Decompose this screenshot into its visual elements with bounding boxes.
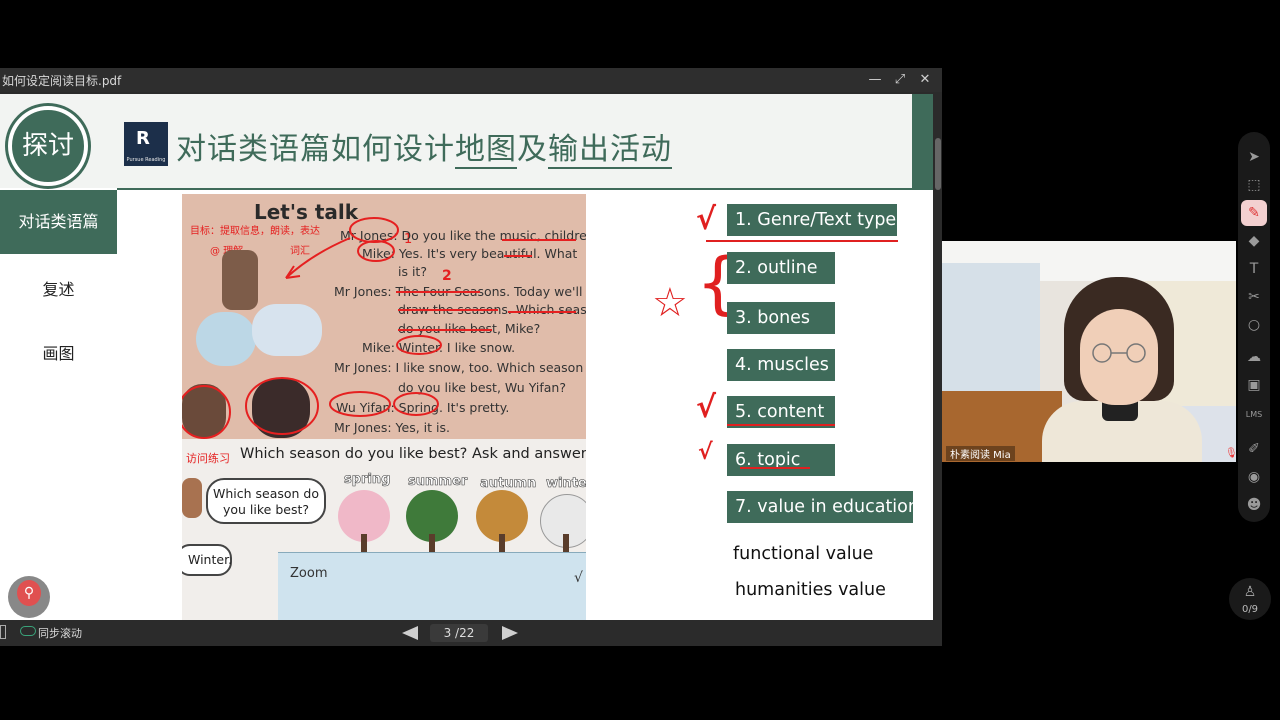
checklist-item-value: 7. value in education bbox=[727, 491, 919, 523]
text-icon[interactable]: T bbox=[1238, 258, 1270, 280]
floating-action-button[interactable]: ⚲ bbox=[8, 576, 50, 618]
scrollbar-thumb[interactable] bbox=[935, 138, 941, 190]
presenter-name-label: 朴素阅读 Mia bbox=[946, 446, 1015, 461]
season-label-winter: winter bbox=[546, 476, 586, 492]
select-icon[interactable]: ⬚ bbox=[1238, 174, 1270, 196]
check-mark-icon: √ bbox=[696, 202, 717, 237]
annotation-toolbar: ➤ ⬚ ✎ ◆ T ✂ ○ ☁ ▣ LMS ✐ ◉ ☻ bbox=[1238, 132, 1270, 522]
title-part: 对话类语篇如何设计 bbox=[176, 132, 455, 167]
mic-icon: 🎙 bbox=[1225, 448, 1236, 459]
child-figure bbox=[182, 478, 202, 518]
window-title: 如何设定阅读目标.pdf bbox=[2, 74, 122, 88]
title-underlined-output: 输出活动 bbox=[548, 132, 672, 169]
chat-icon[interactable]: ◉ bbox=[1238, 466, 1270, 488]
checklist-item-outline: 2. outline bbox=[727, 252, 835, 284]
sync-scroll-toggle[interactable] bbox=[20, 626, 36, 636]
close-icon[interactable]: ✕ bbox=[914, 70, 936, 90]
logo-mark-icon: R bbox=[136, 128, 150, 149]
humanities-value-text: humanities value bbox=[735, 580, 886, 600]
topic-badge: 探讨 bbox=[8, 106, 88, 186]
participant-icon: ♙ bbox=[1243, 584, 1257, 600]
functional-value-text: functional value bbox=[733, 544, 874, 564]
presenter-figure bbox=[1092, 343, 1146, 363]
header-accent-bar bbox=[912, 94, 933, 188]
pdf-viewer-window: 如何设定阅读目标.pdf — ⤢ ✕ 探讨 R Pursue Reading 对… bbox=[0, 68, 942, 646]
pdf-page: 探讨 R Pursue Reading 对话类语篇如何设计地图及输出活动 对话类… bbox=[0, 94, 933, 620]
briefcase-icon[interactable]: ▣ bbox=[1238, 374, 1270, 396]
prev-page-icon[interactable] bbox=[402, 626, 418, 640]
cloud-icon[interactable]: ☁ bbox=[1238, 346, 1270, 368]
nav-item-dialogue[interactable]: 对话类语篇 bbox=[0, 190, 117, 254]
cursor-icon[interactable]: ➤ bbox=[1238, 146, 1270, 168]
underline-annotation bbox=[740, 467, 810, 469]
speech-bubble-answer: Winter. bbox=[182, 544, 232, 576]
checklist-item-muscles: 4. muscles bbox=[727, 349, 835, 381]
vertical-scrollbar[interactable] bbox=[934, 94, 942, 620]
participant-count: 0/9 bbox=[1241, 604, 1259, 615]
pen-icon[interactable]: ✎ bbox=[1238, 202, 1270, 224]
page-indicator[interactable]: 3 /22 bbox=[430, 624, 488, 642]
checklist-item-topic: 6. topic bbox=[727, 444, 835, 476]
edit-icon[interactable]: ✐ bbox=[1238, 438, 1270, 460]
checklist-item-bones: 3. bones bbox=[727, 302, 835, 334]
speech-bubble-question: Which season do you like best? bbox=[206, 478, 326, 524]
ask-answer-instruction: Which season do you like best? Ask and a… bbox=[240, 446, 586, 462]
webcam-video[interactable]: 朴素阅读 Mia 🎙 bbox=[942, 241, 1236, 462]
slide-title: 对话类语篇如何设计地图及输出活动 bbox=[176, 124, 672, 169]
minimize-icon[interactable]: — bbox=[864, 70, 886, 90]
users-icon[interactable]: ☻ bbox=[1238, 494, 1270, 516]
answer-grid bbox=[278, 552, 586, 620]
header-divider bbox=[117, 188, 933, 190]
lms-icon[interactable]: LMS bbox=[1238, 404, 1270, 426]
underline-annotation bbox=[727, 424, 835, 426]
pin-icon: ⚲ bbox=[17, 580, 41, 606]
textbook-photo: Let's talk 目标：提取信息，朗读，表达 @ 理解 词汇 1 2 Mr … bbox=[182, 194, 586, 620]
restore-icon[interactable]: ⤢ bbox=[889, 70, 911, 90]
title-part: 及 bbox=[517, 132, 548, 167]
eraser-icon[interactable]: ◆ bbox=[1238, 230, 1270, 252]
slide-nav: 对话类语篇 复述 画图 bbox=[0, 190, 117, 620]
pursue-reading-logo: R Pursue Reading bbox=[124, 122, 168, 166]
nav-item-draw[interactable]: 画图 bbox=[0, 322, 117, 386]
task-label: 访问练习 bbox=[186, 452, 230, 465]
season-label-autumn: autumn bbox=[480, 476, 537, 492]
logo-text: Pursue Reading bbox=[126, 157, 166, 163]
season-label-summer: summer bbox=[408, 474, 468, 490]
next-page-icon[interactable] bbox=[502, 626, 518, 640]
viewer-bottom-bar: 同步滚动 3 /22 bbox=[0, 620, 942, 646]
sync-scroll-label: 同步滚动 bbox=[38, 627, 82, 640]
underline-annotation bbox=[706, 240, 898, 242]
checklist-item-genre: 1. Genre/Text type bbox=[727, 204, 897, 236]
sidebar-toggle-icon[interactable] bbox=[0, 625, 6, 639]
nav-item-retell[interactable]: 复述 bbox=[0, 258, 117, 322]
participants-button[interactable]: ♙ 0/9 bbox=[1229, 578, 1271, 620]
check-mark-icon: √ bbox=[698, 440, 713, 465]
season-label-spring: spring bbox=[344, 472, 391, 488]
handwritten-annotations bbox=[182, 217, 576, 439]
zoom-row-label: Zoom bbox=[290, 566, 328, 581]
circle-icon[interactable]: ○ bbox=[1238, 314, 1270, 336]
window-titlebar: 如何设定阅读目标.pdf — ⤢ ✕ bbox=[0, 68, 942, 92]
tick-mark: √ bbox=[574, 570, 583, 586]
star-icon: ☆ bbox=[652, 280, 688, 326]
check-mark-icon: √ bbox=[696, 390, 717, 425]
scissors-icon[interactable]: ✂ bbox=[1238, 286, 1270, 308]
title-underlined-map: 地图 bbox=[455, 132, 517, 169]
